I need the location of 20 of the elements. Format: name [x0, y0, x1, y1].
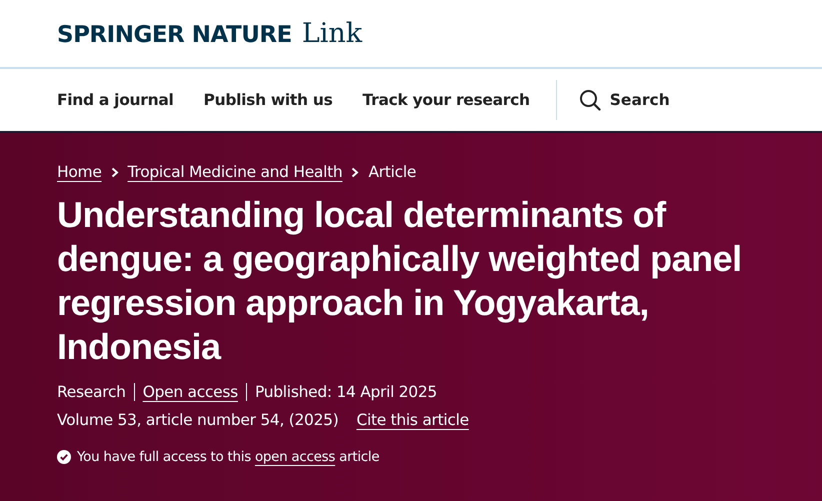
nav-link[interactable]: Track your research — [362, 91, 530, 109]
breadcrumb-current: Article — [368, 163, 416, 181]
cite-link[interactable]: Cite this article — [356, 411, 469, 429]
search-link[interactable]: Search — [578, 89, 670, 111]
access-notice: You have full access to this open access article — [77, 449, 380, 465]
chevron-icon — [110, 166, 119, 178]
meta-text: Research — [57, 383, 126, 401]
chevron-icon — [351, 166, 360, 178]
article-title: Understanding local determinants of dengue: a geographically weighted panel regression approach in Yogyakarta, Indonesia — [57, 193, 743, 369]
open-access-link[interactable]: open access — [254, 449, 336, 465]
meta-text: Published: 14 April 2025 — [254, 383, 437, 401]
citation-text: Volume 53, article number 54, (2025) — [57, 411, 338, 429]
breadcrumb-link[interactable]: Tropical Medicine and Health — [128, 163, 342, 181]
check-icon — [57, 450, 71, 464]
nav-link[interactable]: Publish with us — [204, 91, 333, 109]
open-access-link[interactable]: Open access — [142, 383, 238, 401]
breadcrumb-link[interactable]: Home — [57, 163, 102, 181]
nav-link[interactable]: Find a journal — [57, 91, 174, 109]
site-logo[interactable]: SPRINGER NATURE Link — [57, 18, 362, 49]
search-icon — [578, 89, 601, 111]
